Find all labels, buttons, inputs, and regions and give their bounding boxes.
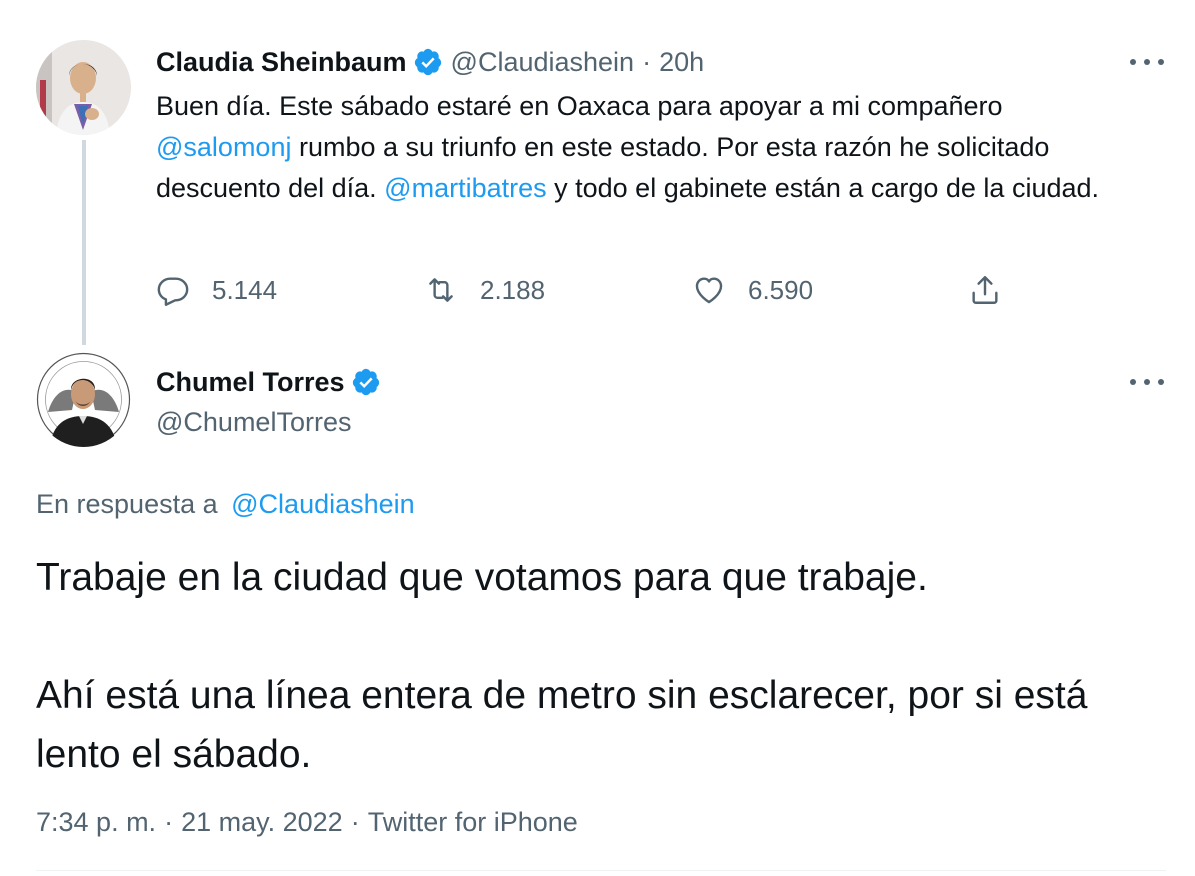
reply-icon	[157, 277, 189, 306]
tweet1-action-bar: 5.144 2.188 6.590	[156, 268, 1036, 312]
tweet1-text-part1: Buen día. Este sábado estaré en Oaxaca p…	[156, 91, 1003, 121]
tweet2-header: Chumel Torres	[156, 362, 389, 402]
tweet2-text: Trabaje en la ciudad que votamos para qu…	[36, 548, 1156, 784]
tweet2-paragraph-1: Trabaje en la ciudad que votamos para qu…	[36, 556, 928, 599]
tweet2-date[interactable]: 21 may. 2022	[181, 807, 343, 837]
tweet1-text: Buen día. Este sábado estaré en Oaxaca p…	[156, 86, 1156, 209]
like-count: 6.590	[748, 274, 814, 305]
reply-button[interactable]: 5.144	[156, 268, 277, 312]
avatar-claudia[interactable]	[36, 40, 131, 135]
mention-link-martibatres[interactable]: @martibatres	[384, 173, 546, 203]
reply-context: En respuesta a @Claudiashein	[36, 484, 415, 524]
meta-separator: ·	[164, 807, 174, 837]
tweet1-separator: ·	[642, 46, 652, 77]
reply-context-handle[interactable]: @Claudiashein	[231, 489, 415, 519]
tweet2-handle[interactable]: @ChumelTorres	[156, 402, 351, 442]
retweet-icon	[429, 278, 453, 302]
avatar-chumel-image	[36, 352, 131, 447]
verified-badge-icon	[352, 368, 379, 396]
tweet1-handle[interactable]: @Claudiashein	[451, 47, 635, 78]
tweet2-time[interactable]: 7:34 p. m.	[36, 807, 156, 837]
avatar-claudia-image	[36, 40, 131, 135]
tweet2-author-name[interactable]: Chumel Torres	[156, 367, 345, 398]
more-icon[interactable]	[1130, 376, 1164, 388]
retweet-count: 2.188	[480, 274, 546, 305]
tweet1-timestamp[interactable]: 20h	[659, 47, 704, 78]
heart-icon	[695, 277, 723, 304]
tweet1-header: Claudia Sheinbaum @Claudiashein · 20h	[156, 42, 704, 82]
share-button[interactable]	[968, 268, 1002, 312]
mention-link-salomonj[interactable]: @salomonj	[156, 132, 291, 162]
retweet-button[interactable]: 2.188	[424, 268, 545, 312]
tweet1-text-part3: y todo el gabinete están a cargo de la c…	[546, 173, 1100, 203]
like-button[interactable]: 6.590	[692, 268, 813, 312]
more-icon[interactable]	[1130, 56, 1164, 68]
meta-separator: ·	[350, 807, 360, 837]
divider	[36, 870, 1166, 871]
reply-context-label: En respuesta a	[36, 489, 218, 519]
share-icon	[972, 276, 998, 304]
verified-badge-icon	[414, 48, 441, 76]
tweet2-paragraph-2: Ahí está una línea entera de metro sin e…	[36, 674, 1088, 776]
avatar-chumel[interactable]	[36, 352, 131, 447]
tweet1-author-name[interactable]: Claudia Sheinbaum	[156, 47, 407, 78]
reply-count: 5.144	[212, 274, 278, 305]
tweet2-meta: 7:34 p. m. · 21 may. 2022 · Twitter for iPho…	[36, 802, 578, 842]
tweet2-source[interactable]: Twitter for iPhone	[368, 807, 578, 837]
thread-connector-line	[82, 140, 86, 345]
